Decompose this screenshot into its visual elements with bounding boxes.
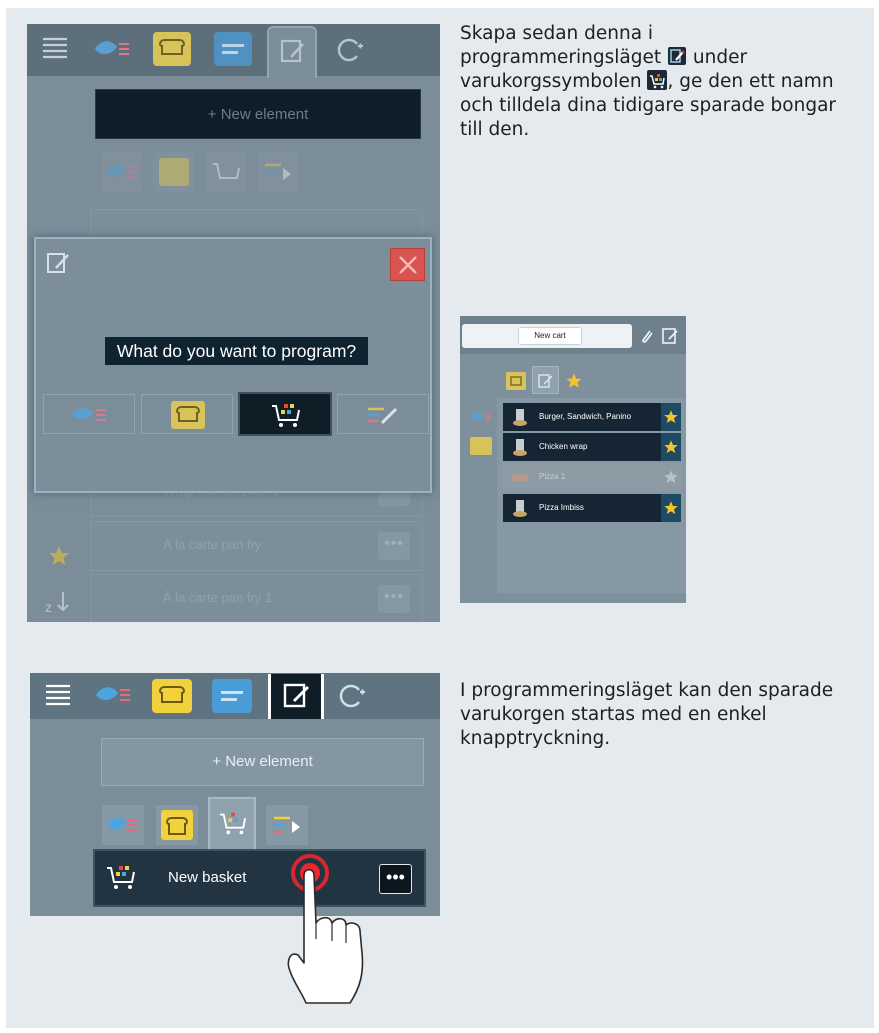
close-icon	[399, 256, 417, 274]
star-icon	[664, 501, 678, 514]
dialog-question: What do you want to program?	[105, 337, 368, 365]
basket-icon	[272, 404, 300, 427]
dish-icon	[513, 409, 527, 426]
bread-icon[interactable]	[153, 152, 195, 192]
edit-icon	[667, 47, 686, 65]
option-bread[interactable]	[141, 394, 233, 434]
attachment-icon[interactable]	[640, 328, 654, 344]
cart-item-disabled[interactable]: Pizza 1	[503, 463, 661, 491]
step1-line5: till den.	[460, 119, 530, 140]
step1-line1: Skapa sedan denna i	[460, 23, 654, 44]
step1-text: Skapa sedan denna i programmeringsläget …	[460, 22, 836, 142]
step2-text: I programmeringsläget kan den sparade va…	[460, 679, 833, 751]
list-tab-icon[interactable]	[212, 679, 252, 713]
bread-icon[interactable]	[470, 437, 492, 455]
star-icon[interactable]	[47, 544, 71, 568]
edit-icon	[538, 374, 553, 388]
option-edit-program[interactable]	[337, 394, 429, 434]
steam-icon	[72, 407, 106, 421]
bread-icon	[171, 401, 205, 429]
bread-icon[interactable]	[506, 372, 526, 390]
cart-name-field[interactable]: New cart	[462, 324, 632, 348]
list-item[interactable]: À la carte pan fry 1 •••	[90, 574, 423, 622]
steam-icon[interactable]	[92, 683, 132, 707]
dish-icon	[513, 500, 527, 517]
basket-icon[interactable]	[205, 152, 247, 192]
steam-icon[interactable]	[102, 805, 144, 845]
program-type-dialog: What do you want to program?	[34, 237, 432, 493]
hand-pointer-icon	[287, 854, 364, 1004]
tab-bar	[27, 24, 440, 78]
svg-text:z: z	[45, 599, 52, 615]
edit-icon	[47, 253, 69, 273]
star-icon	[664, 410, 678, 423]
sort-icon[interactable]: z	[43, 586, 75, 616]
list-tab-icon[interactable]	[214, 32, 252, 66]
edit-icon	[283, 683, 309, 708]
steam-icon[interactable]	[101, 152, 143, 192]
cart-item[interactable]: Burger, Sandwich, Panino	[503, 403, 661, 431]
close-button[interactable]	[390, 248, 425, 281]
save-edit-icon[interactable]	[661, 327, 679, 345]
bread-icon[interactable]	[156, 805, 198, 845]
instruction-page: Skapa sedan denna i programmeringsläget …	[6, 8, 874, 1028]
step2-line1: I programmeringsläget kan den sparade	[460, 680, 834, 701]
option-basket-selected[interactable]	[238, 392, 332, 436]
list-item[interactable]: À la carte pan fry •••	[90, 521, 423, 571]
basket-label: New basket	[168, 869, 247, 886]
favorite-toggle[interactable]	[661, 403, 681, 431]
new-element-button[interactable]: + New element	[95, 89, 421, 139]
device-screen-dialog: + New element Wrap with chicken 1 ••• À …	[27, 24, 440, 622]
steam-icon[interactable]	[470, 410, 492, 424]
tab-edit-active[interactable]	[532, 366, 559, 394]
step1-line2: programmeringsläget under	[460, 47, 748, 68]
step2-line2: varukorgen startas med en enkel	[460, 704, 767, 725]
pizza-icon	[511, 474, 529, 482]
bread-icon[interactable]	[152, 679, 192, 713]
list-icon[interactable]	[44, 683, 72, 707]
favorite-toggle[interactable]	[661, 433, 681, 461]
tab-basket-active[interactable]	[208, 797, 256, 849]
list-icon[interactable]	[41, 36, 69, 60]
star-icon	[664, 470, 678, 483]
favorite-toggle[interactable]	[661, 494, 681, 522]
cleaning-icon[interactable]	[337, 36, 365, 64]
program-run-icon[interactable]	[257, 152, 299, 192]
cart-item[interactable]: Chicken wrap	[503, 433, 661, 461]
cleaning-icon[interactable]	[339, 682, 367, 710]
star-icon[interactable]	[565, 372, 583, 390]
edit-program-icon	[368, 407, 398, 425]
tab-bar	[30, 673, 440, 719]
device-screen-cart: New cart Burger, Sandwich, Panino Chicke…	[460, 316, 686, 603]
tab-programming-active[interactable]	[268, 674, 324, 719]
basket-icon	[107, 866, 135, 889]
row-menu-button[interactable]: •••	[378, 585, 410, 613]
cart-name-value: New cart	[518, 327, 582, 345]
step1-line4: och tilldela dina tidigare sparade bonga…	[460, 95, 837, 116]
star-icon	[664, 440, 678, 453]
row-menu-button[interactable]: •••	[378, 532, 410, 560]
bread-icon[interactable]	[153, 32, 191, 66]
option-steam[interactable]	[43, 394, 135, 434]
new-element-button[interactable]: + New element	[101, 738, 424, 786]
edit-icon	[280, 39, 304, 63]
program-run-icon[interactable]	[266, 805, 308, 845]
basket-icon	[219, 812, 247, 835]
dish-icon	[513, 439, 527, 456]
step2-line3: knapptryckning.	[460, 728, 611, 749]
cart-item[interactable]: Pizza Imbiss	[503, 494, 661, 522]
basket-icon	[647, 70, 668, 90]
steam-icon[interactable]	[91, 37, 131, 61]
favorite-toggle[interactable]	[661, 463, 681, 491]
step1-line3: varukorgssymbolen , ge den ett namn	[460, 70, 834, 92]
tab-programming-active[interactable]	[267, 26, 317, 78]
